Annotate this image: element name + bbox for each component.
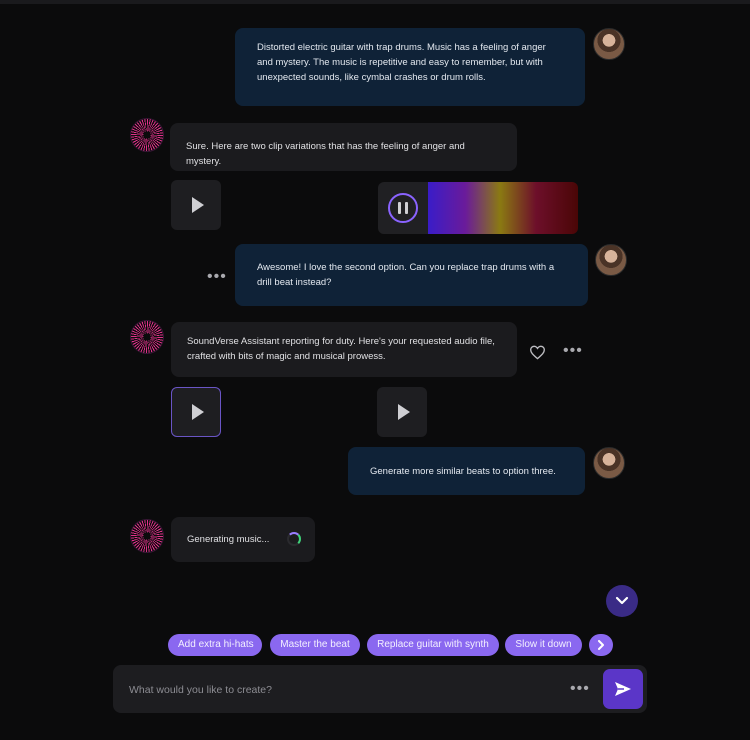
user-message: Distorted electric guitar with trap drum… [235, 28, 585, 106]
audio-clip-2-player[interactable] [378, 182, 578, 234]
message-text: Sure. Here are two clip variations that … [186, 141, 465, 167]
audio-clip-3-play-button[interactable] [171, 387, 221, 437]
message-text: Distorted electric guitar with trap drum… [257, 42, 546, 83]
play-icon [191, 197, 204, 213]
more-options-icon[interactable]: ••• [563, 343, 583, 359]
pause-icon [388, 193, 418, 223]
user-avatar [595, 244, 627, 276]
user-avatar [593, 447, 625, 479]
assistant-avatar [131, 119, 163, 151]
assistant-avatar [131, 321, 163, 353]
play-icon [191, 404, 204, 420]
message-text: SoundVerse Assistant reporting for duty.… [187, 336, 495, 362]
more-options-icon[interactable]: ••• [207, 269, 227, 285]
assistant-message: SoundVerse Assistant reporting for duty.… [171, 322, 517, 377]
suggestion-chip[interactable]: Master the beat [270, 634, 360, 656]
chevron-right-icon [598, 640, 604, 650]
waveform-visualizer[interactable] [428, 182, 578, 234]
loading-spinner-icon [287, 532, 301, 546]
top-bar [0, 0, 750, 4]
prompt-composer: ••• [113, 665, 647, 713]
assistant-message: Sure. Here are two clip variations that … [170, 123, 517, 171]
audio-clip-1-play-button[interactable] [171, 180, 221, 230]
send-icon [615, 682, 631, 696]
prompt-input[interactable] [127, 679, 551, 701]
suggestion-chip[interactable]: Replace guitar with synth [367, 634, 499, 656]
suggestion-chip[interactable]: Add extra hi-hats [168, 634, 262, 656]
chevron-down-icon [615, 596, 629, 605]
scroll-to-bottom-button[interactable] [606, 585, 638, 617]
heart-icon[interactable] [529, 345, 546, 360]
pause-button[interactable] [378, 182, 428, 234]
user-message: Awesome! I love the second option. Can y… [235, 244, 588, 306]
suggestion-chip[interactable]: Slow it down [505, 634, 582, 656]
user-message: Generate more similar beats to option th… [348, 447, 585, 495]
play-icon [397, 404, 410, 420]
message-text: Generate more similar beats to option th… [370, 466, 556, 477]
message-text: Generating music... [187, 534, 270, 545]
assistant-avatar [131, 520, 163, 552]
message-text: Awesome! I love the second option. Can y… [257, 262, 555, 288]
send-button[interactable] [603, 669, 643, 709]
suggestions-next-button[interactable] [589, 634, 613, 656]
more-options-icon[interactable]: ••• [570, 681, 590, 697]
user-avatar [593, 28, 625, 60]
audio-clip-4-play-button[interactable] [377, 387, 427, 437]
